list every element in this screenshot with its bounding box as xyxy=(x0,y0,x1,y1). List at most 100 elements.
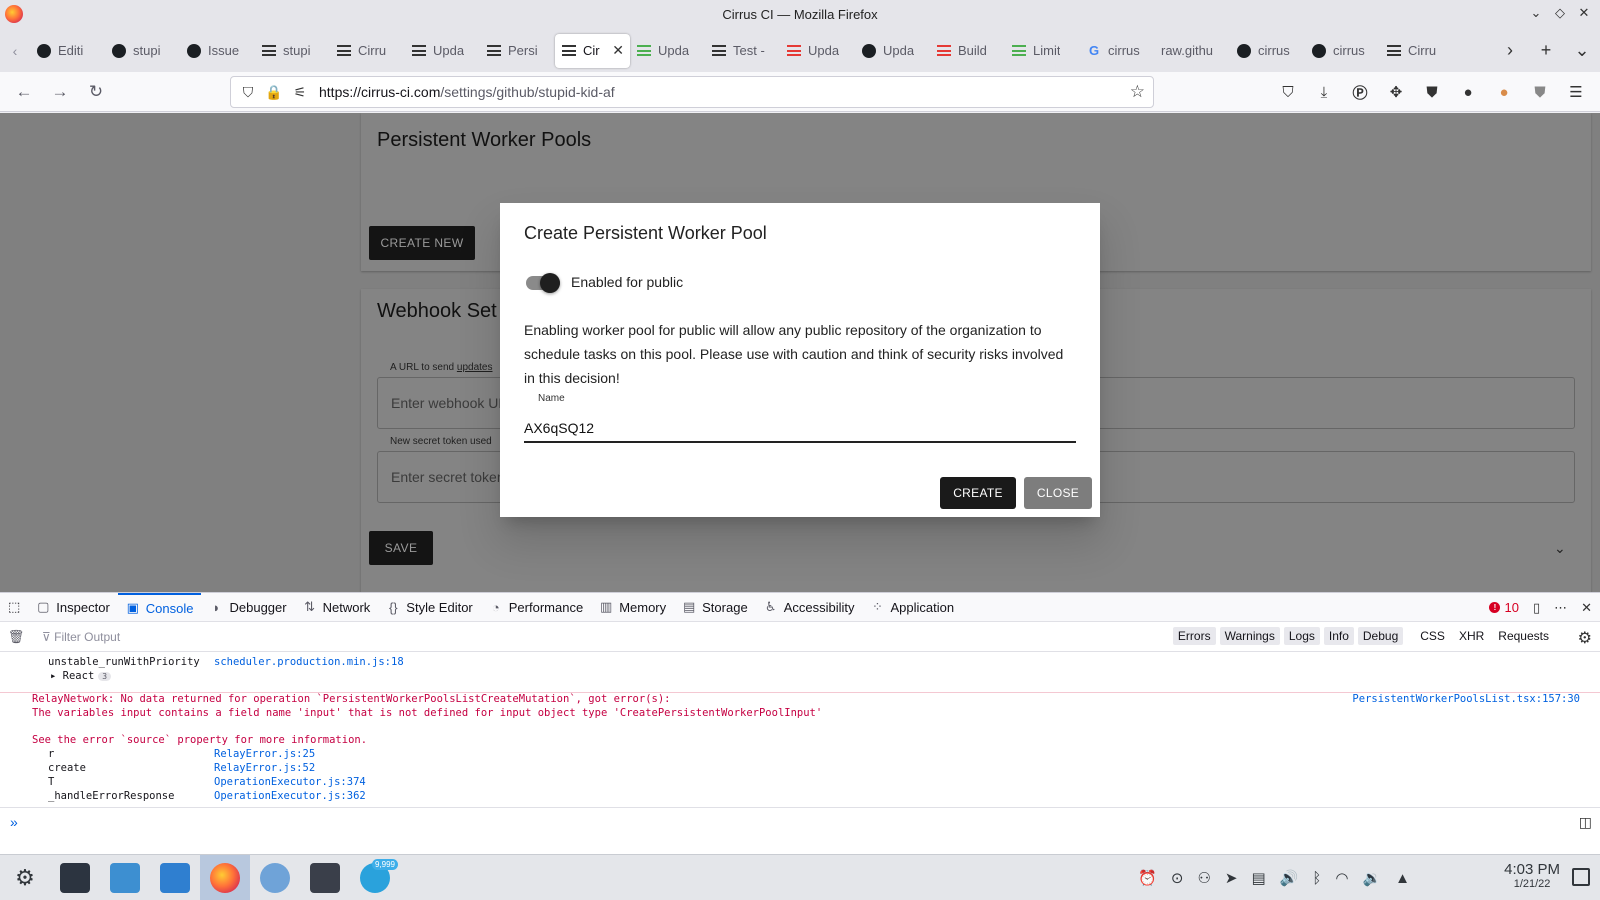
browser-tab[interactable]: Upda xyxy=(780,34,855,68)
bluetooth-icon[interactable]: ᛒ xyxy=(1312,870,1321,887)
extension-ublock-icon[interactable]: ⛊ xyxy=(1522,84,1558,101)
minimize-button[interactable]: ⌄ xyxy=(1524,5,1548,21)
lock-icon[interactable]: 🔒 xyxy=(261,84,287,101)
filter-logs[interactable]: Logs xyxy=(1283,627,1320,645)
browser-tab[interactable]: Cirru xyxy=(330,34,405,68)
close-button[interactable]: CLOSE xyxy=(1024,477,1092,509)
browser-tab[interactable]: Editi xyxy=(30,34,105,68)
file-manager-icon[interactable] xyxy=(150,855,200,900)
browser-tab[interactable]: Issue xyxy=(180,34,255,68)
devtools-tab-debugger[interactable]: ◗ Debugger xyxy=(201,593,294,622)
updates-link[interactable]: updates xyxy=(457,362,493,373)
console-input[interactable]: » ◫ xyxy=(0,807,1600,837)
globe-app-icon[interactable] xyxy=(250,855,300,900)
browser-tab[interactable]: Cir ✕ xyxy=(555,33,630,68)
download-icon[interactable]: ⤓ xyxy=(1306,84,1342,101)
show-desktop-icon[interactable] xyxy=(1572,868,1590,886)
shield-icon[interactable]: ⛉ xyxy=(235,84,261,101)
filter-errors[interactable]: Errors xyxy=(1172,627,1216,645)
filter-debug[interactable]: Debug xyxy=(1357,627,1404,645)
devtools-tab-performance[interactable]: ◔ Performance xyxy=(481,593,591,622)
discover-store-icon[interactable] xyxy=(100,855,150,900)
system-settings-icon[interactable] xyxy=(50,855,100,900)
stack-frame-source[interactable]: scheduler.production.min.js:18 xyxy=(214,656,404,668)
url-bar[interactable]: ⛉ 🔒 ⚟ https://cirrus-ci.com/settings/git… xyxy=(230,76,1154,108)
permissions-icon[interactable]: ⚟ xyxy=(287,84,313,101)
filter-output-input[interactable]: ⊽ Filter Output xyxy=(42,630,120,644)
maximize-button[interactable]: ◇ xyxy=(1548,5,1572,21)
devtools-tab-style-editor[interactable]: {} Style Editor xyxy=(378,593,480,622)
browser-tab[interactable]: Limit xyxy=(1005,34,1080,68)
error-source-link[interactable]: PersistentWorkerPoolsList.tsx:157:30 xyxy=(1352,693,1580,705)
extension-face-icon[interactable]: ● xyxy=(1486,84,1522,101)
close-tab-icon[interactable]: ✕ xyxy=(612,42,624,59)
tabs-scroll-right-icon[interactable]: › xyxy=(1492,40,1528,61)
browser-tab[interactable]: Gcirrus xyxy=(1080,34,1155,68)
devtools-tab-network[interactable]: ⇅ Network xyxy=(295,593,379,622)
wifi-icon[interactable]: ◠ xyxy=(1335,869,1348,887)
stack-src[interactable]: OperationExecutor.js:374 xyxy=(214,776,366,788)
browser-tab[interactable]: Cirru xyxy=(1380,34,1455,68)
url-text[interactable]: https://cirrus-ci.com/settings/github/st… xyxy=(319,84,615,100)
updates-icon[interactable]: ⊙ xyxy=(1171,869,1184,887)
new-tab-icon[interactable]: + xyxy=(1528,40,1564,61)
browser-tab[interactable]: Build xyxy=(930,34,1005,68)
tabs-scroll-left-icon[interactable]: ‹ xyxy=(0,43,30,59)
devtools-menu-icon[interactable]: ⋯ xyxy=(1554,600,1567,616)
filter-info[interactable]: Info xyxy=(1323,627,1354,645)
extension-p-icon[interactable]: Ⓟ xyxy=(1342,82,1378,103)
devtools-tab-application[interactable]: ⁘ Application xyxy=(862,593,962,622)
browser-tab[interactable]: raw.githu xyxy=(1155,34,1230,68)
public-toggle-switch[interactable] xyxy=(524,271,564,295)
devtools-tab-console[interactable]: ▣ Console xyxy=(117,592,202,622)
extension-shield-icon[interactable]: ⛊ xyxy=(1414,84,1450,101)
tray-expand-icon[interactable]: ▲ xyxy=(1395,870,1410,887)
stack-src[interactable]: RelayError.js:25 xyxy=(214,748,315,760)
browser-tab[interactable]: stupi xyxy=(255,34,330,68)
clipboard-icon[interactable]: ▤ xyxy=(1251,869,1265,887)
screenshot-app-icon[interactable] xyxy=(300,855,350,900)
browser-tab[interactable]: Persi xyxy=(480,34,555,68)
stack-src[interactable]: OperationExecutor.js:362 xyxy=(214,790,366,802)
telegram-icon[interactable]: 9,999 xyxy=(350,855,400,900)
users-icon[interactable]: ⚇ xyxy=(1197,869,1210,887)
app-launcher-icon[interactable]: ⚙ xyxy=(0,855,50,900)
pocket-icon[interactable]: ⛉ xyxy=(1270,84,1306,101)
editor-mode-icon[interactable]: ◫ xyxy=(1579,814,1592,831)
devtools-tab-memory[interactable]: ▥ Memory xyxy=(591,593,674,622)
clear-console-icon[interactable]: 🗑 xyxy=(0,629,32,645)
devtools-tab-accessibility[interactable]: ♿ Accessibility xyxy=(756,593,863,622)
app-menu-icon[interactable]: ☰ xyxy=(1558,83,1594,101)
extension-arrows-icon[interactable]: ✥ xyxy=(1378,83,1414,101)
browser-tab[interactable]: Upda xyxy=(855,34,930,68)
create-button[interactable]: CREATE xyxy=(940,477,1016,509)
extension-spy-icon[interactable]: ● xyxy=(1450,84,1486,101)
expand-chevron-icon[interactable]: ⌄ xyxy=(1554,540,1566,557)
browser-tab[interactable]: stupi xyxy=(105,34,180,68)
audio-icon[interactable]: 🔊 xyxy=(1280,869,1299,887)
bookmark-star-icon[interactable]: ☆ xyxy=(1130,82,1145,102)
filter-requests[interactable]: Requests xyxy=(1493,627,1554,645)
browser-tab[interactable]: cirrus xyxy=(1305,34,1380,68)
filter-css[interactable]: CSS xyxy=(1415,627,1450,645)
filter-warnings[interactable]: Warnings xyxy=(1219,627,1280,645)
react-group-toggle[interactable]: ▸ React 3 xyxy=(50,670,112,682)
browser-tab[interactable]: cirrus xyxy=(1230,34,1305,68)
save-button[interactable]: SAVE xyxy=(369,531,433,565)
firefox-taskbar-icon[interactable] xyxy=(200,854,250,900)
close-window-button[interactable]: ✕ xyxy=(1572,5,1596,21)
browser-tab[interactable]: Upda xyxy=(405,34,480,68)
browser-tab[interactable]: Upda xyxy=(630,34,705,68)
error-count[interactable]: ! 10 xyxy=(1489,600,1519,615)
forward-icon[interactable]: → xyxy=(42,82,78,102)
create-new-button[interactable]: CREATE NEW xyxy=(369,226,475,260)
name-input[interactable] xyxy=(524,415,1076,443)
reload-icon[interactable]: ↻ xyxy=(78,82,114,102)
telegram-tray-icon[interactable]: ➤ xyxy=(1225,869,1238,887)
list-all-tabs-icon[interactable]: ⌄ xyxy=(1564,40,1600,61)
devtools-tab-storage[interactable]: ▤ Storage xyxy=(674,593,756,622)
notifications-icon[interactable]: ⏰ xyxy=(1138,869,1157,887)
stack-src[interactable]: RelayError.js:52 xyxy=(214,762,315,774)
element-picker-icon[interactable]: ⬚ xyxy=(0,593,28,622)
console-settings-gear-icon[interactable]: ⚙ xyxy=(1578,628,1592,648)
